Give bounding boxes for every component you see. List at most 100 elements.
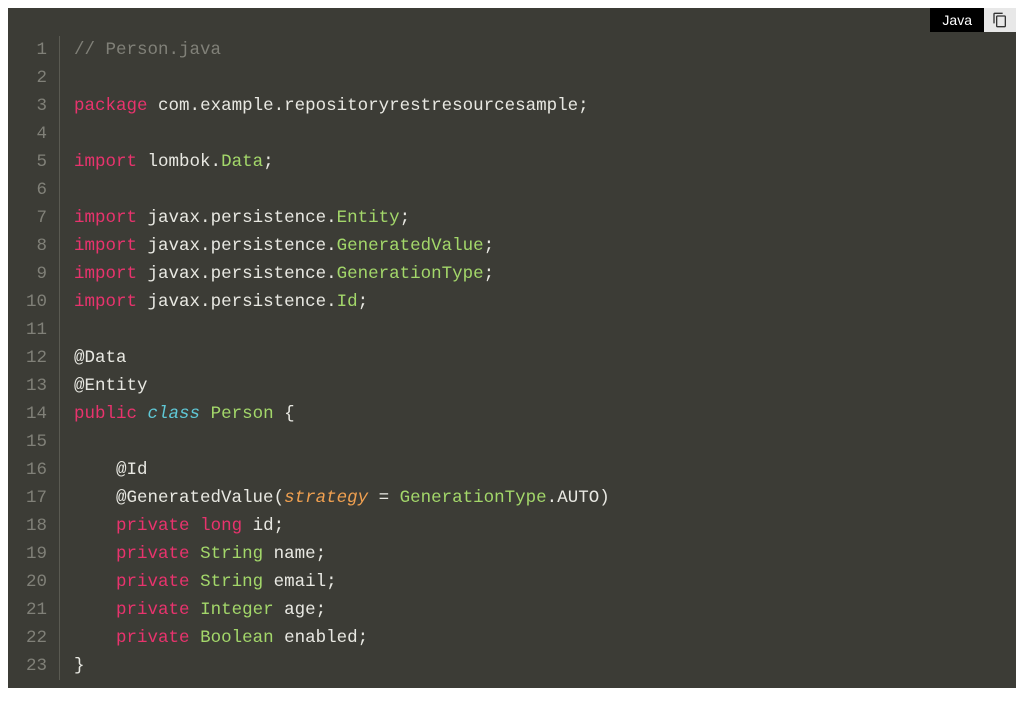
code-line[interactable]: private String name; <box>74 540 1016 568</box>
code-token: . <box>547 488 558 508</box>
code-token: ; <box>316 544 327 564</box>
code-token: package <box>74 96 148 116</box>
code-token: id <box>242 516 274 536</box>
code-token: . <box>200 236 211 256</box>
code-block: Java 12345678910111213141516171819202122… <box>8 8 1016 688</box>
code-token: private <box>116 572 190 592</box>
code-line[interactable] <box>74 316 1016 344</box>
code-content[interactable]: // Person.java package com.example.repos… <box>60 36 1016 680</box>
code-line[interactable]: } <box>74 652 1016 680</box>
code-token: class <box>148 404 201 424</box>
code-line[interactable] <box>74 428 1016 456</box>
code-line[interactable]: import javax.persistence.Entity; <box>74 204 1016 232</box>
line-number: 11 <box>26 316 47 344</box>
code-line[interactable]: package com.example.repositoryrestresour… <box>74 92 1016 120</box>
line-number: 13 <box>26 372 47 400</box>
code-area[interactable]: 1234567891011121314151617181920212223 //… <box>8 26 1016 690</box>
line-number: 19 <box>26 540 47 568</box>
code-token: persistence <box>211 292 327 312</box>
line-number: 9 <box>26 260 47 288</box>
code-token: . <box>200 292 211 312</box>
line-number: 23 <box>26 652 47 680</box>
line-number: 8 <box>26 232 47 260</box>
code-token: private <box>116 516 190 536</box>
line-number: 18 <box>26 512 47 540</box>
code-token: ; <box>263 152 274 172</box>
clipboard-icon <box>992 12 1008 28</box>
code-token <box>190 572 201 592</box>
code-token: ; <box>274 516 285 536</box>
code-token: Person <box>211 404 274 424</box>
code-line[interactable]: private Boolean enabled; <box>74 624 1016 652</box>
code-token: ; <box>484 236 495 256</box>
language-badge: Java <box>930 8 984 32</box>
line-number: 4 <box>26 120 47 148</box>
code-line[interactable]: // Person.java <box>74 36 1016 64</box>
code-line[interactable]: private Integer age; <box>74 596 1016 624</box>
code-token: GeneratedValue <box>337 236 484 256</box>
line-number: 6 <box>26 176 47 204</box>
code-token: com <box>148 96 190 116</box>
code-token: ; <box>358 628 369 648</box>
line-number: 5 <box>26 148 47 176</box>
code-line[interactable]: import javax.persistence.GenerationType; <box>74 260 1016 288</box>
code-token: . <box>326 208 337 228</box>
code-line[interactable]: private long id; <box>74 512 1016 540</box>
code-token <box>74 516 116 536</box>
code-token <box>190 600 201 620</box>
code-token: lombok <box>137 152 211 172</box>
line-number: 20 <box>26 568 47 596</box>
code-token: example <box>200 96 274 116</box>
code-line[interactable]: public class Person { <box>74 400 1016 428</box>
code-token: = <box>379 488 390 508</box>
code-token: private <box>116 628 190 648</box>
line-number: 15 <box>26 428 47 456</box>
code-token <box>74 600 116 620</box>
code-line[interactable]: import javax.persistence.Id; <box>74 288 1016 316</box>
code-token: @Data <box>74 348 127 368</box>
code-token: . <box>326 264 337 284</box>
line-number: 22 <box>26 624 47 652</box>
code-token: javax <box>137 208 200 228</box>
code-token: name <box>263 544 316 564</box>
code-token: long <box>200 516 242 536</box>
code-line[interactable] <box>74 176 1016 204</box>
code-line[interactable]: private String email; <box>74 568 1016 596</box>
line-number: 1 <box>26 36 47 64</box>
code-token: age <box>274 600 316 620</box>
code-token: enabled <box>274 628 358 648</box>
code-token: Data <box>221 152 263 172</box>
code-token: { <box>284 404 295 424</box>
copy-button[interactable] <box>984 8 1016 32</box>
code-token: . <box>326 292 337 312</box>
code-token: ; <box>484 264 495 284</box>
code-token: import <box>74 292 137 312</box>
code-token: private <box>116 544 190 564</box>
code-line[interactable]: import javax.persistence.GeneratedValue; <box>74 232 1016 260</box>
code-line[interactable]: @Data <box>74 344 1016 372</box>
code-token: AUTO <box>557 488 599 508</box>
code-token <box>190 628 201 648</box>
code-line[interactable]: @Id <box>74 456 1016 484</box>
line-number: 14 <box>26 400 47 428</box>
code-token: @Id <box>74 460 148 480</box>
code-token: Integer <box>200 600 274 620</box>
code-line[interactable] <box>74 120 1016 148</box>
code-token: GenerationType <box>400 488 547 508</box>
code-token: public <box>74 404 137 424</box>
code-line[interactable] <box>74 64 1016 92</box>
code-token: import <box>74 152 137 172</box>
code-token <box>389 488 400 508</box>
code-token: GenerationType <box>337 264 484 284</box>
code-token: ; <box>358 292 369 312</box>
code-token: Id <box>337 292 358 312</box>
code-line[interactable]: @GeneratedValue(strategy = GenerationTyp… <box>74 484 1016 512</box>
code-token: } <box>74 656 85 676</box>
code-token: String <box>200 544 263 564</box>
code-token: ; <box>326 572 337 592</box>
code-token <box>74 544 116 564</box>
code-token: persistence <box>211 208 327 228</box>
code-line[interactable]: import lombok.Data; <box>74 148 1016 176</box>
line-number: 16 <box>26 456 47 484</box>
code-line[interactable]: @Entity <box>74 372 1016 400</box>
